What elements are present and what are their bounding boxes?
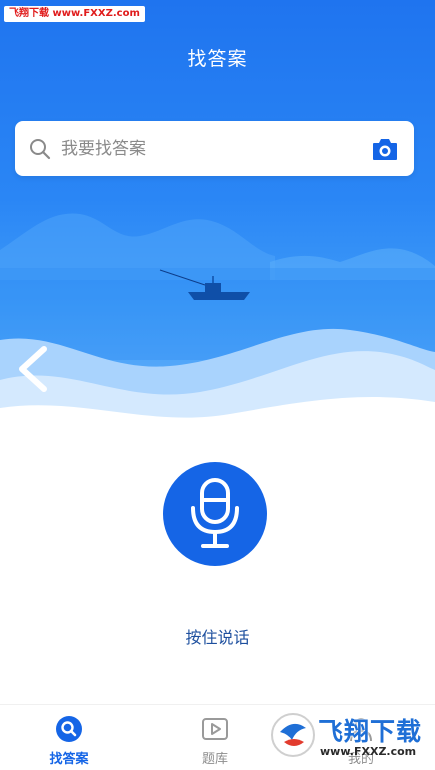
watermark-logo: 飞翔下载 www.FXXZ.com	[270, 712, 428, 764]
fxxz-logo-icon	[271, 713, 315, 757]
search-icon	[30, 139, 51, 160]
search-input[interactable]	[61, 135, 351, 163]
watermark-domain: www.FXXZ.com	[320, 745, 417, 758]
page-title: 找答案	[187, 48, 248, 70]
tab-find-answer[interactable]: 找答案	[14, 705, 124, 770]
microphone-icon	[191, 478, 239, 548]
watermark-banner: 飞翔下载 www.FXXZ.com	[4, 6, 145, 22]
magnifier-icon	[56, 716, 82, 742]
voice-record-button[interactable]	[163, 462, 267, 566]
camera-icon[interactable]	[371, 136, 399, 162]
watermark-logo-text: 飞翔下载	[318, 717, 423, 746]
tab-question-bank[interactable]: 题库	[160, 705, 270, 770]
play-card-icon	[202, 718, 228, 740]
tab-label: 题库	[201, 752, 228, 767]
search-bar[interactable]	[15, 121, 414, 176]
tab-label: 找答案	[49, 752, 89, 767]
hold-to-talk-label: 按住说话	[185, 628, 250, 647]
chevron-left-icon[interactable]	[14, 344, 54, 394]
